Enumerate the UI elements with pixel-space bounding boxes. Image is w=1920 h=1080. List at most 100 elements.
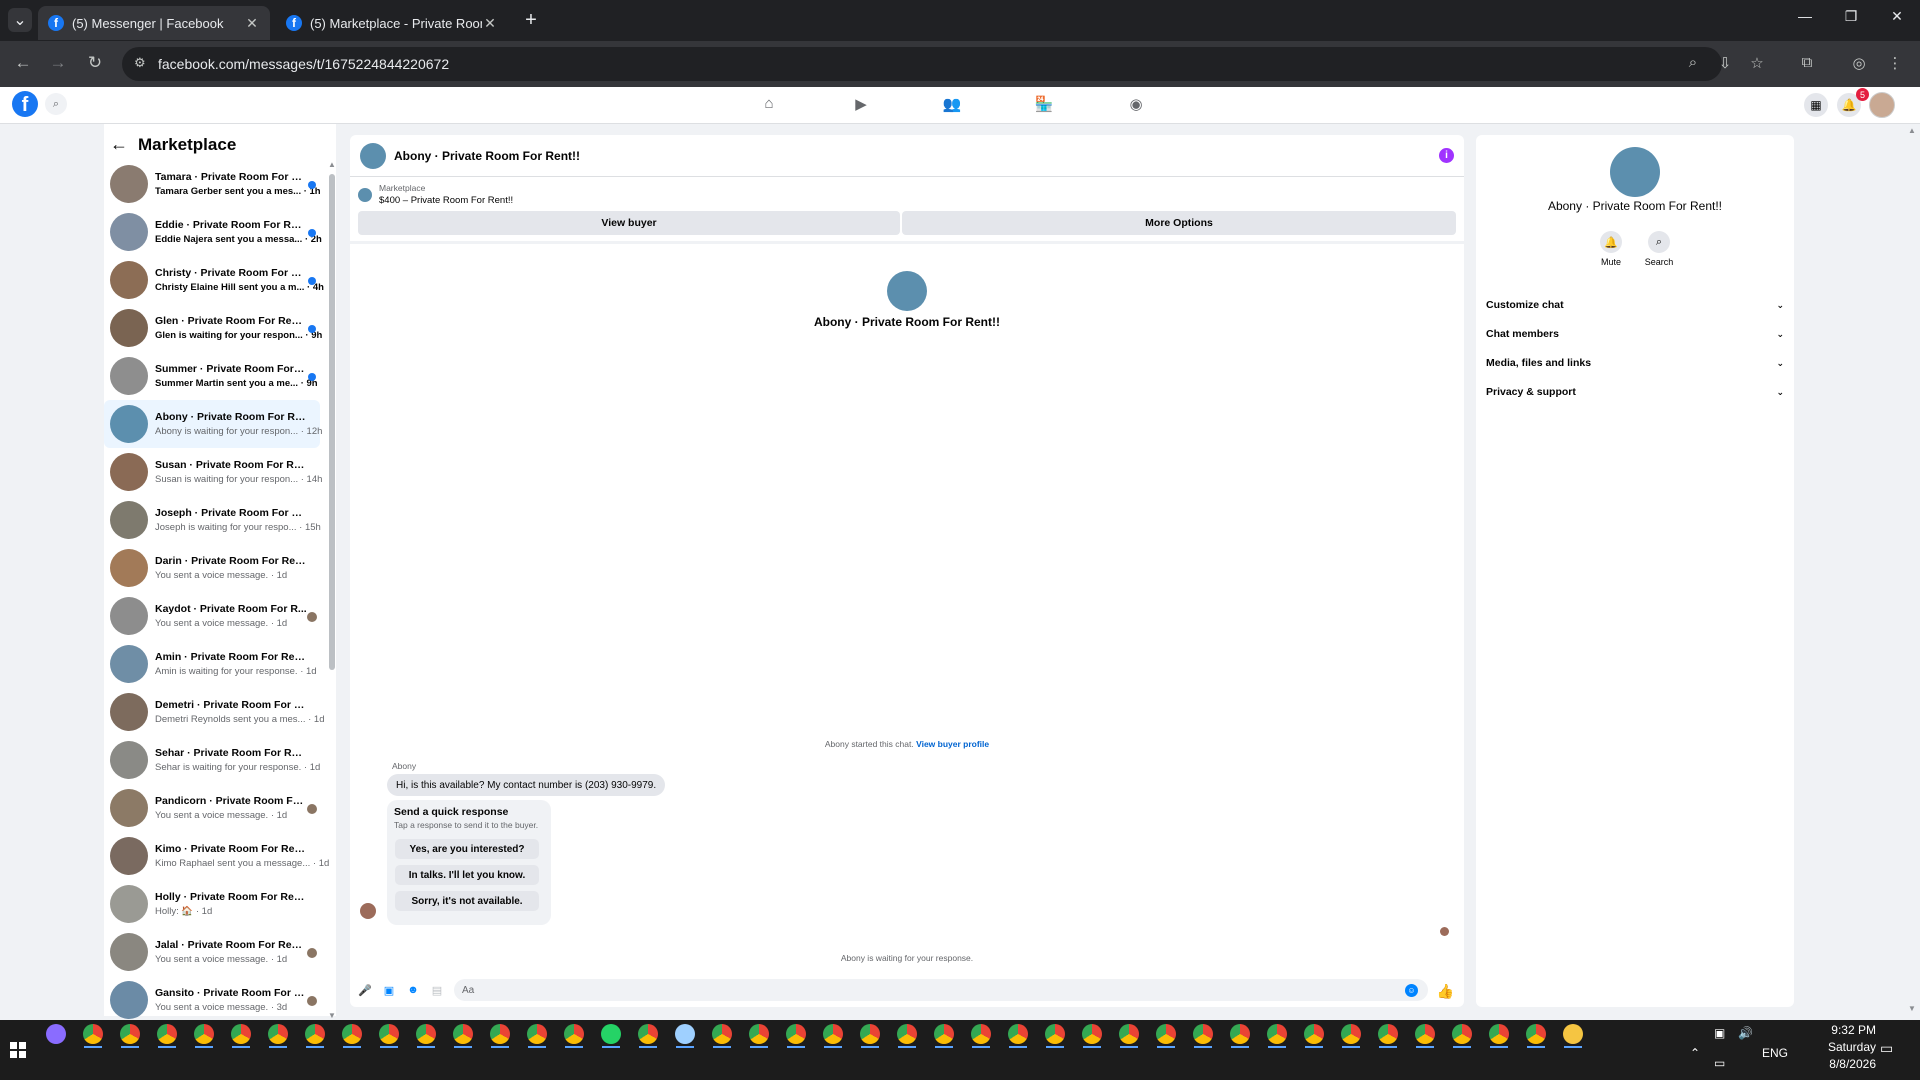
chrome-icon[interactable] <box>305 1024 325 1044</box>
home-icon[interactable]: ⌂ <box>757 95 781 117</box>
conversation-item[interactable]: Holly · Private Room For Rent!! Holly: 🏠 … <box>104 880 320 928</box>
conversation-item[interactable]: Christy · Private Room For Re... Christy … <box>104 256 324 304</box>
privacy-support-section[interactable]: Privacy & support ⌄ <box>1486 382 1784 402</box>
quick-reply-button[interactable]: Yes, are you interested? <box>395 839 539 859</box>
chevron-up-icon[interactable]: ⌃ <box>1690 1046 1700 1060</box>
more-options-button[interactable]: More Options <box>902 211 1456 235</box>
chrome-icon[interactable] <box>453 1024 473 1044</box>
chrome-icon[interactable] <box>416 1024 436 1044</box>
chrome-icon[interactable] <box>860 1024 880 1044</box>
chrome-icon[interactable] <box>1304 1024 1324 1044</box>
microphone-icon[interactable]: 🎤 <box>358 984 372 998</box>
conversation-item[interactable]: Glen · Private Room For Rent!! Glen is wa… <box>104 304 322 352</box>
language-indicator[interactable]: ENG <box>1762 1046 1788 1060</box>
chat-avatar[interactable] <box>360 142 386 169</box>
chrome-icon[interactable] <box>897 1024 917 1044</box>
minimize-button[interactable]: — <box>1790 8 1820 24</box>
chrome-icon[interactable] <box>712 1024 732 1044</box>
copilot-icon[interactable] <box>46 1024 66 1044</box>
chrome-icon[interactable] <box>749 1024 769 1044</box>
chrome-icon[interactable] <box>1008 1024 1028 1044</box>
chrome-icon[interactable] <box>120 1024 140 1044</box>
chrome-icon[interactable] <box>1452 1024 1472 1044</box>
page-scroll-up-icon[interactable]: ▲ <box>1906 126 1918 135</box>
incoming-message[interactable]: Hi, is this available? My contact number… <box>387 774 666 796</box>
media-files-links-section[interactable]: Media, files and links ⌄ <box>1486 353 1784 373</box>
forward-button[interactable]: → <box>47 53 69 73</box>
conversation-item[interactable]: Pandicorn · Private Room For... You sent … <box>104 784 320 832</box>
view-buyer-button[interactable]: View buyer <box>358 211 900 235</box>
tab-search-button[interactable]: ⌄ <box>8 8 32 32</box>
chrome-icon[interactable] <box>1341 1024 1361 1044</box>
chrome-icon[interactable] <box>231 1024 251 1044</box>
chrome-icon[interactable] <box>527 1024 547 1044</box>
back-arrow-icon[interactable]: ← <box>110 134 128 155</box>
groups-icon[interactable]: ◉ <box>1124 95 1148 117</box>
back-button[interactable]: ← <box>12 53 34 73</box>
zoom-icon[interactable]: ⌕ <box>1682 54 1704 71</box>
contact-avatar[interactable] <box>1610 147 1660 197</box>
facebook-logo[interactable]: f <box>12 91 38 117</box>
conversation-item[interactable]: Eddie · Private Room For Rent!! Eddie Naj… <box>104 208 322 256</box>
chrome-icon[interactable] <box>157 1024 177 1044</box>
new-tab-button[interactable]: + <box>520 9 542 32</box>
extensions-icon[interactable]: ⧉ <box>1796 54 1818 71</box>
bookmark-star-icon[interactable]: ☆ <box>1746 54 1768 72</box>
info-icon[interactable]: i <box>1439 148 1454 163</box>
volume-icon[interactable]: 🔊 <box>1738 1026 1753 1040</box>
chrome-icon[interactable] <box>1378 1024 1398 1044</box>
buyer-avatar[interactable] <box>360 903 376 919</box>
friends-icon[interactable]: 👥 <box>940 95 964 117</box>
conversation-item[interactable]: Sehar · Private Room For Rent!! Sehar is … <box>104 736 320 784</box>
chat-title[interactable]: Abony · Private Room For Rent!! <box>394 149 580 163</box>
scroll-thumb[interactable] <box>329 174 335 670</box>
image-icon[interactable]: ▣ <box>382 984 396 998</box>
network-icon[interactable]: ▭ <box>1714 1056 1725 1070</box>
file-explorer-icon[interactable] <box>1563 1024 1583 1044</box>
conversation-item[interactable]: Joseph · Private Room For Rent!! Joseph i… <box>104 496 321 544</box>
customize-chat-section[interactable]: Customize chat ⌄ <box>1486 295 1784 315</box>
menu-grid-icon[interactable]: ▦ <box>1804 93 1828 117</box>
chrome-icon[interactable] <box>490 1024 510 1044</box>
restore-button[interactable]: ❐ <box>1836 8 1866 25</box>
emoji-icon[interactable]: ☺ <box>1405 984 1418 997</box>
page-scroll-down-icon[interactable]: ▼ <box>1906 1004 1918 1013</box>
chrome-icon[interactable] <box>564 1024 584 1044</box>
sticker-icon[interactable]: ☻ <box>406 984 420 998</box>
gif-icon[interactable]: ▤ <box>430 984 444 998</box>
windows-start-icon[interactable] <box>10 1042 26 1058</box>
conversation-item[interactable]: Tamara · Private Room For Re... Tamara Ge… <box>104 160 321 208</box>
chrome-icon[interactable] <box>1045 1024 1065 1044</box>
conversation-item[interactable]: Kimo · Private Room For Rent!! Kimo Rapha… <box>104 832 329 880</box>
chrome-icon[interactable] <box>1156 1024 1176 1044</box>
conversation-item[interactable]: Susan · Private Room For Rent!! Susan is … <box>104 448 322 496</box>
chrome-icon[interactable] <box>1526 1024 1546 1044</box>
chrome-icon[interactable] <box>1489 1024 1509 1044</box>
clock[interactable]: 9:32 PM Saturday 8/8/2026 <box>1786 1022 1876 1073</box>
profile-icon[interactable]: ◎ <box>1848 54 1870 72</box>
chrome-icon[interactable] <box>1230 1024 1250 1044</box>
chrome-icon[interactable] <box>638 1024 658 1044</box>
install-app-icon[interactable]: ⇩ <box>1714 54 1736 72</box>
account-avatar[interactable] <box>1869 92 1895 118</box>
meet-now-icon[interactable]: ▣ <box>1714 1026 1725 1040</box>
conversation-item[interactable]: Gansito · Private Room For R... You sent … <box>104 976 320 1024</box>
site-info-icon[interactable]: ⚙ <box>134 55 146 71</box>
browser-menu-icon[interactable]: ⋮ <box>1884 54 1906 72</box>
chrome-icon[interactable] <box>823 1024 843 1044</box>
marketplace-icon[interactable]: 🏪 <box>1032 95 1056 117</box>
chat-members-section[interactable]: Chat members ⌄ <box>1486 324 1784 344</box>
close-window-button[interactable]: ✕ <box>1882 8 1912 25</box>
message-input[interactable]: Aa ☺ <box>454 979 1428 1001</box>
chrome-icon[interactable] <box>83 1024 103 1044</box>
listing-summary[interactable]: Marketplace $400 – Private Room For Rent… <box>358 183 513 206</box>
chrome-icon[interactable] <box>1193 1024 1213 1044</box>
close-tab-icon[interactable]: ✕ <box>244 15 260 32</box>
tab-messenger[interactable]: f (5) Messenger | Facebook ✕ <box>38 6 270 40</box>
thumbs-up-icon[interactable]: 👍 <box>1437 983 1454 1000</box>
search-icon[interactable]: ⌕ <box>45 93 67 115</box>
chrome-icon[interactable] <box>971 1024 991 1044</box>
quick-reply-button[interactable]: Sorry, it's not available. <box>395 891 539 911</box>
conversation-scrollbar[interactable]: ▲ ▼ <box>328 160 336 1020</box>
notification-center-icon[interactable]: ▭ <box>1880 1040 1893 1057</box>
